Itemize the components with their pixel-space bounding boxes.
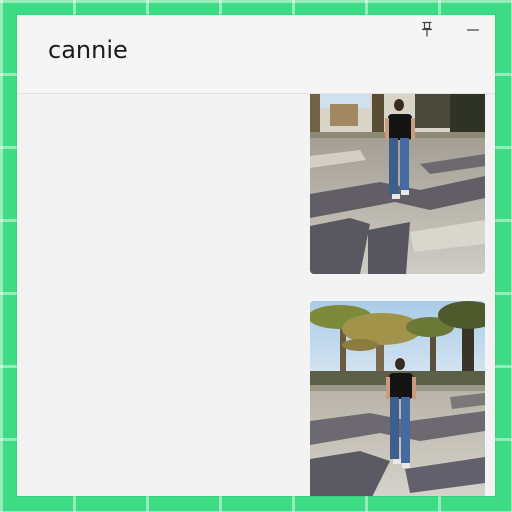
image-message[interactable]: [310, 301, 485, 496]
pin-icon: [421, 21, 433, 37]
message-photo: [310, 94, 485, 274]
chat-window: cannie: [17, 15, 495, 496]
chat-header: cannie: [17, 15, 495, 94]
minimize-icon: [466, 29, 480, 31]
contact-name: cannie: [48, 36, 128, 64]
pin-button[interactable]: [415, 17, 439, 41]
message-list[interactable]: [17, 94, 495, 496]
minimize-button[interactable]: [461, 17, 485, 41]
image-message[interactable]: [310, 94, 485, 274]
message-photo: [310, 301, 485, 496]
